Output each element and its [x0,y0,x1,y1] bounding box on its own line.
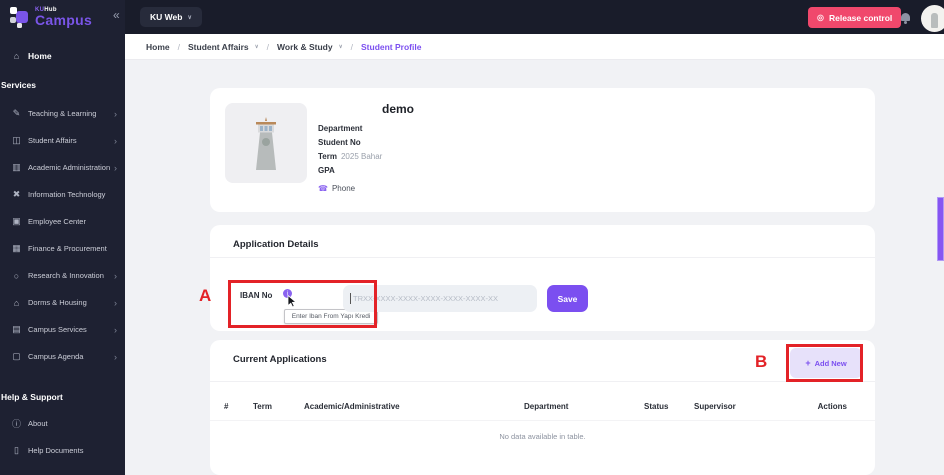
breadcrumb-student-profile: Student Profile [361,42,421,52]
sidebar: KUHub Campus ⌂ Home Services ✎ Teaching … [0,0,125,475]
sidebar-item-student-affairs[interactable]: ◫ Student Affairs › [0,127,125,154]
chevron-right-icon: › [114,163,117,173]
avatar-figure [931,13,938,28]
divider [210,381,875,382]
col-actions: Actions [804,402,847,411]
phone-icon: ☎ [318,184,328,193]
profile-field-department: Department [318,121,382,135]
sidebar-item-campus-agenda[interactable]: ▢ Campus Agenda › [0,343,125,370]
topbar: KU Web ∨ ◎ Release control [0,0,944,34]
release-control-icon: ◎ [817,13,824,22]
annotation-box-b [786,344,863,382]
magnifier-icon: ○ [10,271,23,281]
app-logo[interactable]: KUHub Campus [0,0,125,33]
monitor-icon: ✖ [10,189,23,200]
profile-phone: ☎ Phone [318,184,355,193]
sidebar-item-employee-center[interactable]: ▣ Employee Center [0,208,125,235]
info-circle-icon: ⓘ [10,417,23,430]
annotation-letter-b: B [755,352,767,372]
profile-photo-placeholder [225,103,307,183]
mouse-cursor [287,295,297,313]
chevron-right-icon: › [114,352,117,362]
profile-field-student-no: Student No [318,135,382,149]
sidebar-item-dorms-housing[interactable]: ⌂ Dorms & Housing › [0,289,125,316]
sidebar-item-finance-procurement[interactable]: ▦ Finance & Procurement [0,235,125,262]
app-root: KU Web ∨ ◎ Release control « KUHub Campu… [0,0,944,475]
book-icon: ◫ [10,135,23,146]
breadcrumb-home[interactable]: Home [146,42,170,52]
chevron-right-icon: › [114,136,117,146]
breadcrumb-work-study[interactable]: Work & Study [277,42,333,52]
edge-floating-widget[interactable] [937,197,944,261]
workspace-label: KU Web [150,12,182,22]
chevron-down-icon: ∨ [187,14,191,21]
sidebar-item-research-innovation[interactable]: ○ Research & Innovation › [0,262,125,289]
col-term: Term [253,402,304,411]
tower-illustration [246,112,286,174]
release-control-label: Release control [829,13,892,23]
logo-campus: Campus [35,13,92,27]
sidebar-item-about[interactable]: ⓘ About [0,410,125,437]
col-index: # [224,402,253,411]
student-profile-card: demo Department Student No Term2025 Baha… [210,88,875,212]
application-details-title: Application Details [233,239,319,250]
sidebar-section-services: Services [0,80,125,92]
chevron-right-icon: › [114,109,117,119]
logo-icon [8,5,31,28]
divider [210,257,875,258]
release-control-button[interactable]: ◎ Release control [808,7,901,28]
profile-field-term: Term2025 Bahar [318,149,382,163]
col-department: Department [524,402,644,411]
applications-table-header: # Term Academic/Administrative Departmen… [210,402,875,421]
col-status: Status [644,402,694,411]
student-name: demo [382,102,414,116]
breadcrumb-student-affairs[interactable]: Student Affairs [188,42,249,52]
pencil-icon: ✎ [10,108,23,119]
annotation-letter-a: A [199,286,211,306]
current-applications-title: Current Applications [233,354,327,365]
document-icon: ▯ [10,445,23,456]
chevron-right-icon: › [114,325,117,335]
col-academic-administrative: Academic/Administrative [304,402,524,411]
sidebar-item-campus-services[interactable]: ▤ Campus Services › [0,316,125,343]
sidebar-item-help-documents[interactable]: ▯ Help Documents [0,437,125,464]
sidebar-item-teaching-learning[interactable]: ✎ Teaching & Learning › [0,100,125,127]
save-button[interactable]: Save [547,285,588,312]
chevron-right-icon: › [114,271,117,281]
sidebar-collapse-icon[interactable]: « [113,8,120,22]
bank-icon: ▥ [10,162,23,173]
sidebar-item-home[interactable]: ⌂ Home [0,44,125,68]
house-icon: ⌂ [10,298,23,308]
chevron-down-icon: ∨ [255,44,259,50]
breadcrumb: Home / Student Affairs ∨ / Work & Study … [125,34,944,60]
home-icon: ⌂ [10,51,23,61]
profile-field-gpa: GPA [318,163,382,177]
user-avatar[interactable] [921,5,944,32]
sidebar-section-help-support: Help & Support [0,392,125,404]
sidebar-item-information-technology[interactable]: ✖ Information Technology [0,181,125,208]
storefront-icon: ▤ [10,324,23,335]
agenda-icon: ▢ [10,351,23,362]
current-applications-card: Current Applications + Add New # Term Ac… [210,340,875,475]
chevron-right-icon: › [114,298,117,308]
calculator-icon: ▦ [10,243,23,254]
col-supervisor: Supervisor [694,402,804,411]
annotation-box-a [228,280,377,328]
notification-bell-icon[interactable] [901,13,910,21]
table-empty-message: No data available in table. [210,432,875,441]
workspace-switcher[interactable]: KU Web ∨ [140,7,202,27]
briefcase-icon: ▣ [10,216,23,227]
sidebar-item-academic-administration[interactable]: ▥ Academic Administration › [0,154,125,181]
chevron-down-icon: ∨ [339,44,343,50]
